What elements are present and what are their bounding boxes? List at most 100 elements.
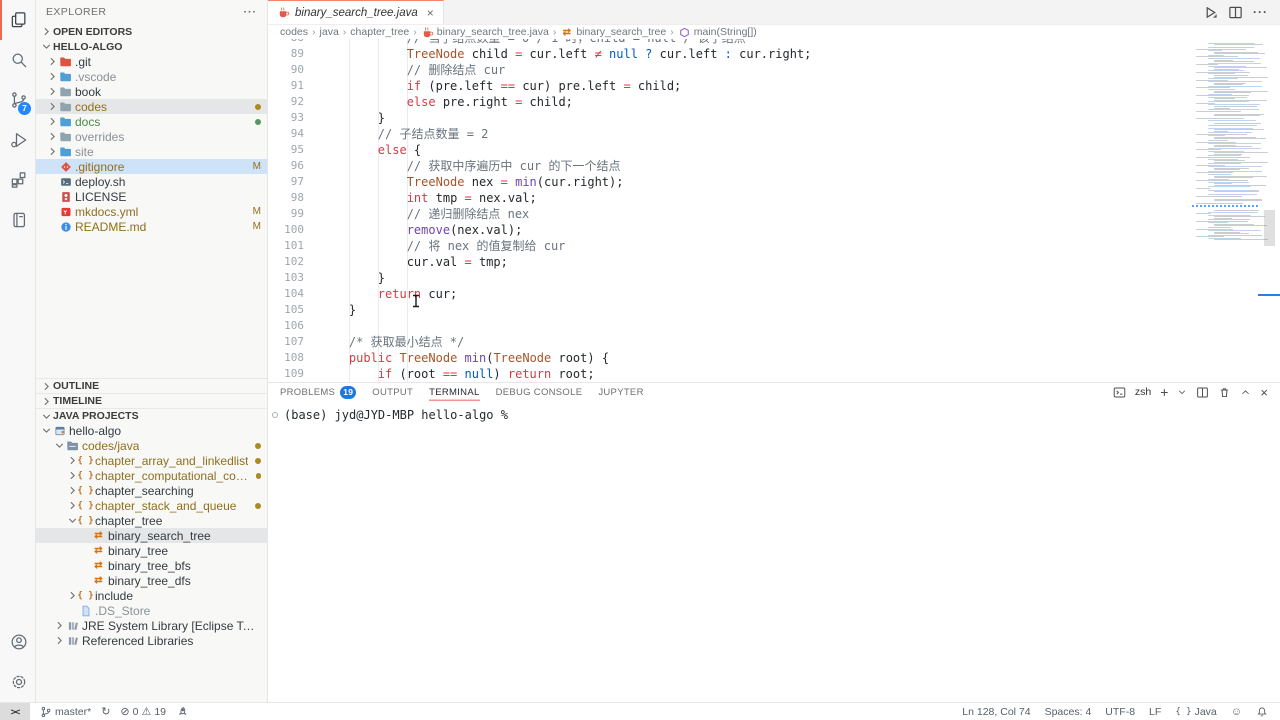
tree-item-binary_search_tree[interactable]: ⇄binary_search_tree — [36, 528, 267, 543]
mouse-ibeam-cursor — [411, 294, 421, 308]
minimap[interactable] — [1192, 39, 1258, 241]
terminal-content[interactable]: (base) jyd@JYD-MBP hello-algo % — [268, 401, 1280, 422]
encoding[interactable]: UTF-8 — [1105, 706, 1135, 718]
branch-name: master* — [55, 706, 91, 718]
code-line-89: 89 TreeNode child = cur.left ≠ null ? cu… — [268, 46, 1190, 62]
breadcrumb-4[interactable]: binary_search_tree.java — [421, 26, 549, 39]
tree-item-deploy-sh[interactable]: deploy.sh — [36, 174, 267, 189]
panel-tab-terminal[interactable]: TERMINAL — [429, 383, 479, 401]
panel-tab-problems[interactable]: PROBLEMS19 — [280, 383, 356, 401]
tree-item--gitignore[interactable]: .gitignoreM — [36, 159, 267, 174]
cursor-position[interactable]: Ln 128, Col 74 — [962, 706, 1030, 718]
tree-item-readme-md[interactable]: README.mdM — [36, 219, 267, 234]
breadcrumb-5[interactable]: ⇄binary_search_tree — [560, 26, 666, 39]
tree-item-jre-system-library-eclipse-temurin-17-17-[interactable]: JRE System Library [Eclipse Temurin 17 [… — [36, 618, 267, 633]
tab-binary-search-tree[interactable]: binary_search_tree.java × — [268, 0, 444, 24]
vscode-window: 7 EXPLORER ··· OPEN EDITORS HELLO-ALGO .… — [0, 0, 1280, 720]
more-actions-icon[interactable]: ··· — [1253, 5, 1268, 19]
tree-item-mkdocs-yml[interactable]: mkdocs.ymlM — [36, 204, 267, 219]
feedback-icon[interactable]: ☺ — [1231, 706, 1242, 718]
tree-item-codes[interactable]: codes — [36, 99, 267, 114]
split-terminal-icon[interactable] — [1196, 386, 1209, 399]
sidebar-title-row: EXPLORER ··· — [36, 0, 267, 24]
sync-status[interactable]: ↻ — [101, 705, 110, 718]
indentation[interactable]: Spaces: 4 — [1045, 706, 1092, 718]
tree-item-site[interactable]: site — [36, 144, 267, 159]
breadcrumb-2[interactable]: java — [320, 26, 339, 38]
terminal-dropdown-icon[interactable] — [1177, 387, 1187, 397]
activity-account-icon[interactable] — [0, 622, 35, 662]
activity-explorer-icon[interactable] — [0, 0, 35, 40]
section-hello-algo[interactable]: HELLO-ALGO — [36, 39, 267, 54]
git-change-dot — [255, 104, 261, 110]
section-java-projects[interactable]: JAVA PROJECTS — [36, 408, 267, 423]
section-open-editors[interactable]: OPEN EDITORS — [36, 24, 267, 39]
terminal-profile-icon[interactable] — [1113, 386, 1126, 399]
tree-item-chapter_searching[interactable]: { }chapter_searching — [36, 483, 267, 498]
problems-status[interactable]: ⊘0 ⚠19 — [120, 705, 166, 718]
tree-item-chapter_computational_complexity[interactable]: { }chapter_computational_complexity — [36, 468, 267, 483]
section-outline[interactable]: OUTLINE — [36, 378, 267, 393]
new-terminal-icon[interactable]: + — [1160, 387, 1168, 397]
panel-tab-bar: PROBLEMS19 OUTPUT TERMINAL DEBUG CONSOLE JUP… — [268, 383, 1280, 401]
tree-item-codes-java[interactable]: codes/java — [36, 438, 267, 453]
code-line-101: 101 // 将 nex 的值复制给 cur — [268, 238, 1190, 254]
tree-item-include[interactable]: { }include — [36, 588, 267, 603]
java-server-status[interactable] — [176, 706, 188, 718]
tree-item-binary_tree_bfs[interactable]: ⇄binary_tree_bfs — [36, 558, 267, 573]
activity-notebook-icon[interactable] — [0, 200, 35, 240]
git-change-dot — [255, 119, 261, 125]
tree-item--ds_store[interactable]: .DS_Store — [36, 603, 267, 618]
code-area[interactable]: 88 // 当子结点数量 = 0 / 1 时，child = null / 该子… — [268, 39, 1280, 382]
sidebar-more-actions-icon[interactable]: ··· — [244, 6, 258, 18]
explorer-sidebar: EXPLORER ··· OPEN EDITORS HELLO-ALGO .gi… — [36, 0, 268, 702]
tree-item-chapter_stack_and_queue[interactable]: { }chapter_stack_and_queue — [36, 498, 267, 513]
tab-close-icon[interactable]: × — [427, 6, 434, 20]
panel-tab-output[interactable]: OUTPUT — [372, 383, 413, 401]
editor-scrollbar[interactable] — [1264, 210, 1275, 246]
activity-source-control-icon[interactable]: 7 — [0, 80, 35, 120]
tree-item--git[interactable]: .git — [36, 54, 267, 69]
tree-item-docs[interactable]: docs — [36, 114, 267, 129]
breadcrumb-1[interactable]: codes — [280, 26, 308, 38]
split-editor-icon[interactable] — [1228, 5, 1243, 20]
tree-item-chapter_tree[interactable]: { }chapter_tree — [36, 513, 267, 528]
remote-indicator[interactable]: >< — [0, 703, 30, 720]
run-button[interactable] — [1203, 5, 1218, 20]
activity-bar: 7 — [0, 0, 36, 702]
tree-item-license[interactable]: LICENSE — [36, 189, 267, 204]
git-branch-status[interactable]: master* — [40, 706, 91, 718]
tree-item-referenced-libraries[interactable]: Referenced Libraries — [36, 633, 267, 648]
close-panel-icon[interactable]: × — [1260, 385, 1268, 400]
tree-item--vscode[interactable]: .vscode — [36, 69, 267, 84]
tree-item-hello-algo[interactable]: hello-algo — [36, 423, 267, 438]
activity-extensions-icon[interactable] — [0, 160, 35, 200]
tree-item-book[interactable]: book — [36, 84, 267, 99]
breadcrumb-6[interactable]: main(String[]) — [678, 26, 757, 39]
eol[interactable]: LF — [1149, 706, 1161, 718]
sidebar-title: EXPLORER — [46, 6, 106, 18]
panel-controls: zsh + × — [1113, 385, 1280, 400]
maximize-panel-icon[interactable] — [1240, 387, 1251, 398]
shell-label[interactable]: zsh — [1135, 386, 1151, 398]
breadcrumbs: codes›java›chapter_tree›binary_search_tr… — [268, 25, 1280, 39]
panel-tab-debug-console[interactable]: DEBUG CONSOLE — [496, 383, 583, 401]
notifications-bell-icon[interactable] — [1256, 706, 1268, 718]
tree-item-chapter_array_and_linkedlist[interactable]: { }chapter_array_and_linkedlist — [36, 453, 267, 468]
branch-icon — [40, 706, 52, 718]
activity-search-icon[interactable] — [0, 40, 35, 80]
panel-tab-jupyter[interactable]: JUPYTER — [598, 383, 643, 401]
tree-item-binary_tree[interactable]: ⇄binary_tree — [36, 543, 267, 558]
bottom-panel: PROBLEMS19 OUTPUT TERMINAL DEBUG CONSOLE JUP… — [268, 382, 1280, 702]
activity-run-debug-icon[interactable] — [0, 120, 35, 160]
kill-terminal-icon[interactable] — [1218, 386, 1231, 399]
language-mode[interactable]: { }Java — [1175, 706, 1216, 718]
code-line-109: 109 if (root == null) return root; — [268, 366, 1190, 382]
breadcrumb-3[interactable]: chapter_tree — [350, 26, 409, 38]
breadcrumb-separator: › — [312, 26, 316, 38]
section-timeline[interactable]: TIMELINE — [36, 393, 267, 408]
tree-item-binary_tree_dfs[interactable]: ⇄binary_tree_dfs — [36, 573, 267, 588]
code-line-103: 103 } — [268, 270, 1190, 286]
activity-settings-icon[interactable] — [0, 662, 35, 702]
tree-item-overrides[interactable]: overrides — [36, 129, 267, 144]
